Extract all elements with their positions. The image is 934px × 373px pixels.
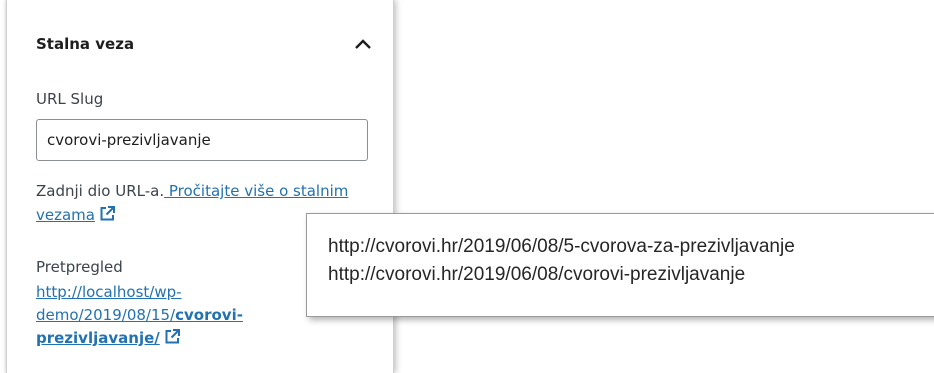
url-slug-label: URL Slug bbox=[36, 90, 104, 108]
help-text-static: Zadnji dio URL-a. bbox=[36, 182, 165, 200]
url-slug-input[interactable] bbox=[36, 119, 368, 161]
preview-label: Pretpregled bbox=[36, 258, 123, 276]
chevron-up-icon[interactable] bbox=[353, 36, 373, 52]
callout-url-new: http://cvorovi.hr/2019/06/08/cvorovi-pre… bbox=[328, 264, 746, 285]
external-link-icon bbox=[100, 206, 115, 221]
preview-container: http://localhost/wp-demo/2019/08/15/cvor… bbox=[36, 281, 336, 350]
panel-header-toggle[interactable]: Stalna veza bbox=[7, 0, 393, 88]
callout-url-old: http://cvorovi.hr/2019/06/08/5-cvorova-z… bbox=[328, 236, 795, 257]
url-comparison-callout: http://cvorovi.hr/2019/06/08/5-cvorova-z… bbox=[306, 213, 934, 317]
preview-url-base: http://localhost/wp-demo/2019/08/15/ bbox=[36, 283, 182, 324]
permalink-panel: Stalna veza URL Slug Zadnji dio URL-a. P… bbox=[6, 0, 394, 373]
external-link-icon bbox=[165, 329, 180, 344]
panel-title: Stalna veza bbox=[36, 35, 135, 53]
preview-url-link[interactable]: http://localhost/wp-demo/2019/08/15/cvor… bbox=[36, 283, 243, 347]
